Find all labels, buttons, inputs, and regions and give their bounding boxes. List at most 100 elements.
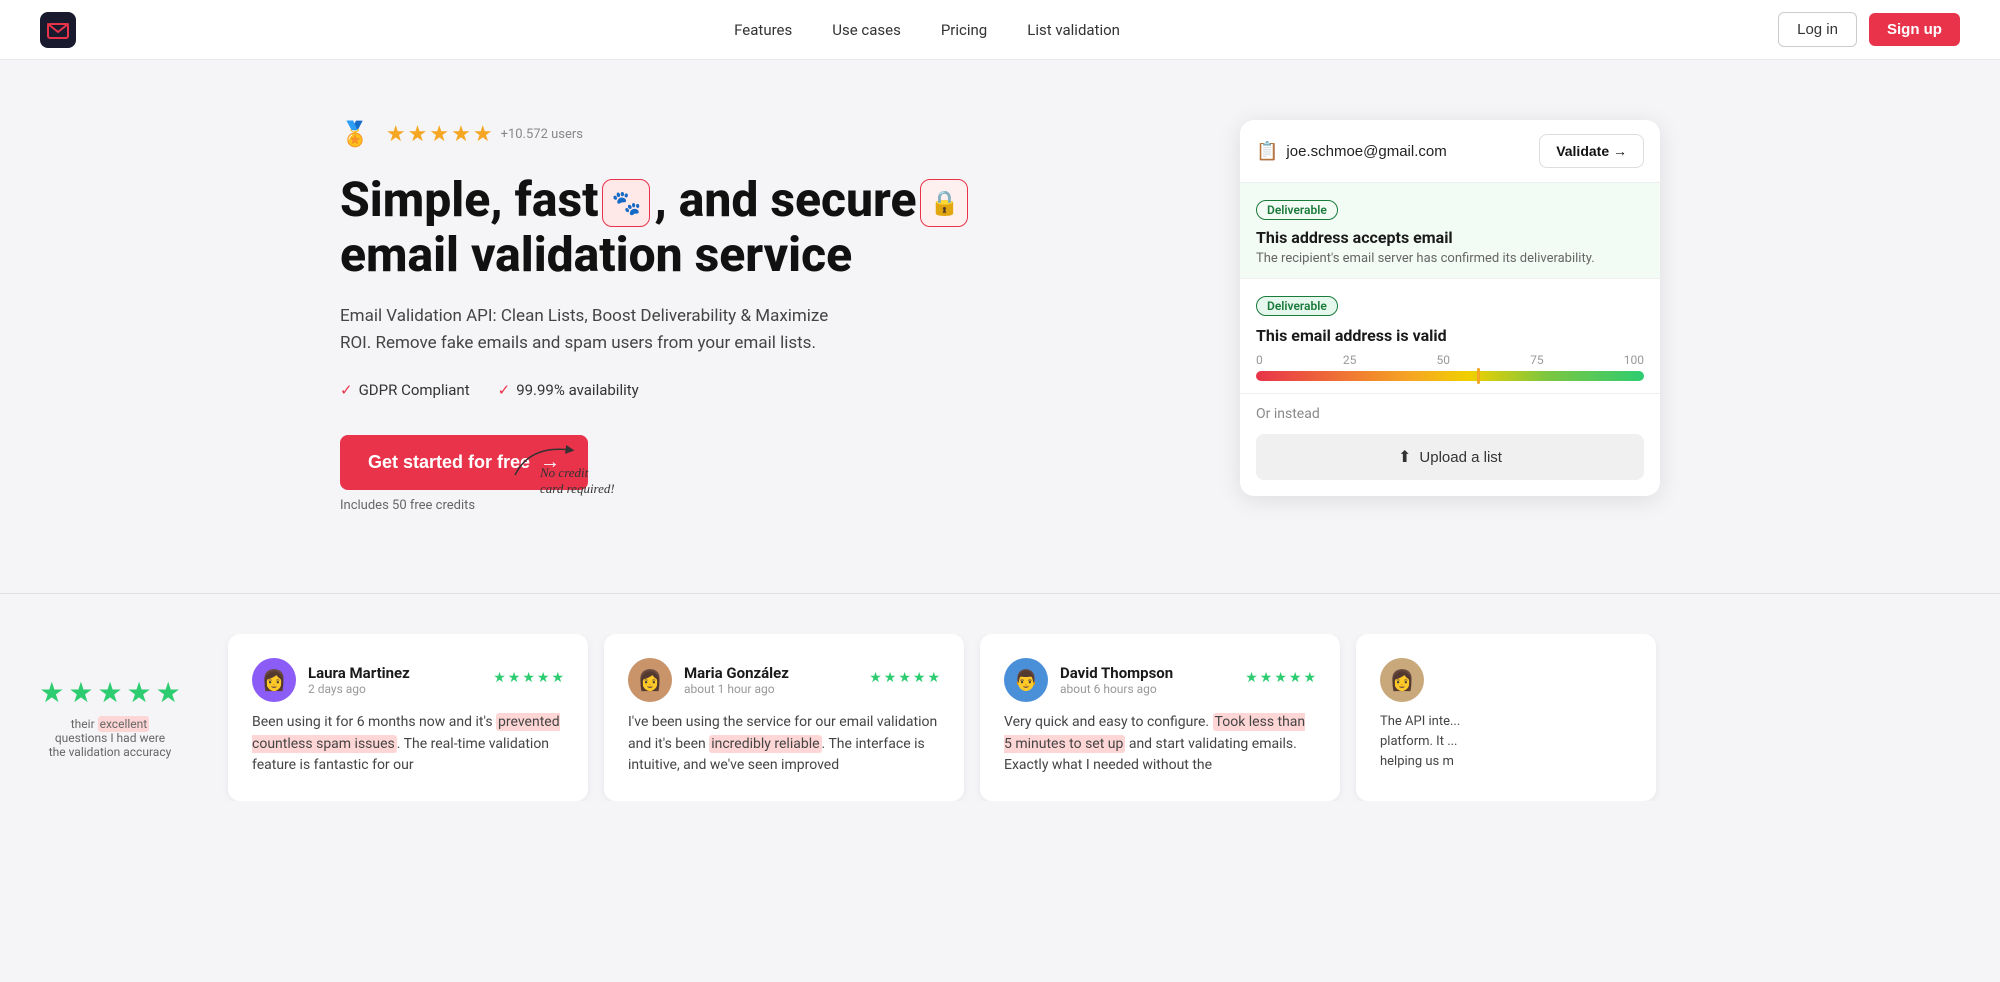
paw-icon: 🐾 xyxy=(602,179,650,227)
review-text-2: I've been using the service for our emai… xyxy=(628,712,940,777)
email-icon: 📋 xyxy=(1256,141,1278,162)
result2-title: This email address is valid xyxy=(1256,326,1644,345)
review-stars-3: ★★★★★ xyxy=(1245,670,1316,686)
laurel-icon: 🏅 xyxy=(340,120,370,148)
score-marker xyxy=(1477,368,1480,384)
cta-note: Includes 50 free credits xyxy=(340,498,475,513)
badge-gdpr: ✓ GDPR Compliant xyxy=(340,381,470,399)
lock-icon: 🔒 xyxy=(920,179,968,227)
validator-card: 📋 Validate → Deliverable This address ac… xyxy=(1240,120,1660,496)
nav-actions: Log in Sign up xyxy=(1778,12,1960,47)
scale-25: 25 xyxy=(1343,353,1357,367)
reviews-section: ★ ★ ★ ★ ★ their excellentquestions I had… xyxy=(0,593,2000,801)
star-rating: ★ ★ ★ ★ ★ xyxy=(386,122,493,147)
cta-area: Get started for free → Includes 50 free … xyxy=(340,435,1000,513)
avatar-2: 👩 xyxy=(628,658,672,702)
badge-availability: ✓ 99.99% availability xyxy=(498,381,639,399)
avatar-4: 👩 xyxy=(1380,658,1424,702)
title-part2: , and secure xyxy=(654,171,916,228)
review-card-1: 👩 Laura Martinez 2 days ago ★★★★★ Been u… xyxy=(228,634,588,801)
validator-input-row: 📋 Validate → xyxy=(1240,120,1660,183)
highlight-1: prevented countless spam issues xyxy=(252,713,560,753)
scale-50: 50 xyxy=(1437,353,1451,367)
highlight-3: Took less than 5 minutes to set up xyxy=(1004,713,1305,753)
hero-section: 🏅 ★ ★ ★ ★ ★ +10.572 users Simple, fast🐾,… xyxy=(300,60,1700,593)
users-count: +10.572 users xyxy=(501,127,583,142)
reviewer-time-1: 2 days ago xyxy=(308,682,410,696)
review-stars-2: ★★★★★ xyxy=(869,670,940,686)
cta-label: Get started for free xyxy=(368,452,530,473)
hero-left: 🏅 ★ ★ ★ ★ ★ +10.572 users Simple, fast🐾,… xyxy=(340,120,1000,513)
nav-use-cases[interactable]: Use cases xyxy=(832,21,901,39)
highlight-2: incredibly reliable xyxy=(709,735,821,753)
reviewer-name-2: Maria González xyxy=(684,664,789,682)
reviewer-time-2: about 1 hour ago xyxy=(684,682,789,696)
star-5: ★ xyxy=(473,122,493,147)
review-text-4: The API inte...platform. It ...helping u… xyxy=(1380,712,1632,772)
result1-title: This address accepts email xyxy=(1256,228,1644,247)
check-icon-gdpr: ✓ xyxy=(340,381,353,399)
navbar: Features Use cases Pricing List validati… xyxy=(0,0,2000,60)
check-icon-availability: ✓ xyxy=(498,381,511,399)
or-instead-label: Or instead xyxy=(1240,394,1660,434)
upload-icon: ⬆ xyxy=(1398,447,1411,467)
review-stars-1: ★★★★★ xyxy=(493,670,564,686)
nav-list-validation[interactable]: List validation xyxy=(1027,21,1120,39)
hero-title: Simple, fast🐾, and secure🔒 email validat… xyxy=(340,172,1000,283)
reviewer-time-3: about 6 hours ago xyxy=(1060,682,1173,696)
upload-label: Upload a list xyxy=(1419,449,1502,466)
big-star-1: ★ xyxy=(39,676,64,709)
review-header-2: 👩 Maria González about 1 hour ago ★★★★★ xyxy=(628,658,940,702)
badge-availability-label: 99.99% availability xyxy=(516,381,639,399)
hero-right: 📋 Validate → Deliverable This address ac… xyxy=(1240,120,1660,496)
review-text-1: Been using it for 6 months now and it's … xyxy=(252,712,564,777)
big-star-2: ★ xyxy=(68,676,93,709)
big-star-4: ★ xyxy=(127,676,152,709)
review-card-2: 👩 Maria González about 1 hour ago ★★★★★ … xyxy=(604,634,964,801)
validate-button[interactable]: Validate → xyxy=(1539,134,1644,168)
reviewer-name-3: David Thompson xyxy=(1060,664,1173,682)
title-part1: Simple, fast xyxy=(340,171,598,228)
scale-75: 75 xyxy=(1530,353,1544,367)
review-card-3: 👨 David Thompson about 6 hours ago ★★★★★… xyxy=(980,634,1340,801)
login-button[interactable]: Log in xyxy=(1778,12,1857,47)
nav-pricing[interactable]: Pricing xyxy=(941,21,987,39)
hero-badges: ✓ GDPR Compliant ✓ 99.99% availability xyxy=(340,381,1000,399)
upload-list-button[interactable]: ⬆ Upload a list xyxy=(1256,434,1644,480)
deliverable-badge-1: Deliverable xyxy=(1256,200,1338,220)
avatar-1: 👩 xyxy=(252,658,296,702)
result2-panel: Deliverable This email address is valid … xyxy=(1240,279,1660,394)
star-1: ★ xyxy=(386,122,406,147)
review-header-3: 👨 David Thompson about 6 hours ago ★★★★★ xyxy=(1004,658,1316,702)
score-scale: 0 25 50 75 100 xyxy=(1256,353,1644,381)
star-3: ★ xyxy=(429,122,449,147)
score-bar xyxy=(1256,371,1644,381)
review-header-4: 👩 xyxy=(1380,658,1632,702)
review-header-1: 👩 Laura Martinez 2 days ago ★★★★★ xyxy=(252,658,564,702)
big-stars: ★ ★ ★ ★ ★ their excellentquestions I had… xyxy=(0,634,220,801)
badge-gdpr-label: GDPR Compliant xyxy=(359,381,470,399)
logo[interactable] xyxy=(40,12,76,48)
nav-features[interactable]: Features xyxy=(734,21,792,39)
big-star-3: ★ xyxy=(97,676,122,709)
review-text-3: Very quick and easy to configure. Took l… xyxy=(1004,712,1316,777)
scale-labels: 0 25 50 75 100 xyxy=(1256,353,1644,367)
result1-panel: Deliverable This address accepts email T… xyxy=(1240,183,1660,279)
scale-0: 0 xyxy=(1256,353,1263,367)
hero-subtitle: Email Validation API: Clean Lists, Boost… xyxy=(340,303,860,357)
result1-subtitle: The recipient's email server has confirm… xyxy=(1256,251,1644,266)
signup-button[interactable]: Sign up xyxy=(1869,13,1960,46)
star-4: ★ xyxy=(451,122,471,147)
deliverable-badge-2: Deliverable xyxy=(1256,296,1338,316)
email-input[interactable] xyxy=(1286,143,1539,160)
star-2: ★ xyxy=(408,122,428,147)
reviews-row: ★ ★ ★ ★ ★ their excellentquestions I had… xyxy=(0,634,2000,801)
scale-100: 100 xyxy=(1624,353,1644,367)
title-line2: email validation service xyxy=(340,226,852,283)
big-star-5: ★ xyxy=(156,676,181,709)
avatar-3: 👨 xyxy=(1004,658,1048,702)
review-card-4: 👩 The API inte...platform. It ...helping… xyxy=(1356,634,1656,801)
no-credit-card-note: No creditcard required! xyxy=(540,465,615,497)
nav-links: Features Use cases Pricing List validati… xyxy=(734,21,1120,39)
hero-rating: 🏅 ★ ★ ★ ★ ★ +10.572 users xyxy=(340,120,1000,148)
